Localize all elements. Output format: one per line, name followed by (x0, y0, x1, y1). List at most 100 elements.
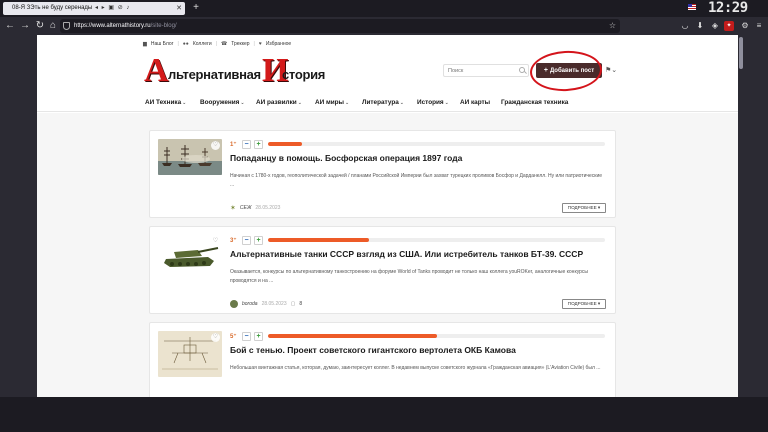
nav-item-ai-maps[interactable]: АИ карты (460, 99, 490, 106)
post-author[interactable]: СЕЖ (240, 205, 252, 211)
search-input[interactable] (448, 65, 512, 76)
browser-window: 08-Я ЗЭть не буду серенады ◂ ▸ ▣ ⊘ ♪ ✕ +… (0, 0, 768, 432)
post-excerpt: Оказывается, конкурсы по альтернативному… (230, 269, 589, 284)
main-navigation: АИ Техника⌄ Вооружения⌄ АИ развилки⌄ АИ … (37, 96, 738, 112)
post-rating: 3⁺ (230, 238, 237, 244)
comment-count[interactable]: 8 (299, 301, 302, 307)
author-avatar[interactable] (230, 300, 238, 308)
home-icon[interactable]: ⌂ (46, 19, 60, 33)
forward-icon[interactable]: → (18, 19, 32, 33)
site-logo[interactable]: А льтернативная И стория (144, 52, 325, 89)
download-icon[interactable]: ⬇ (695, 21, 705, 31)
nav-item-ai-forks[interactable]: АИ развилки⌄ (256, 99, 302, 106)
tab-bar: 08-Я ЗЭть не буду серенады ◂ ▸ ▣ ⊘ ♪ ✕ +… (0, 0, 768, 16)
post-card: ♡ 1⁺ − + Попаданцу в помощь. Босфорская … (149, 130, 616, 218)
post-title[interactable]: Бой с тенью. Проект советского гигантско… (230, 345, 516, 355)
post-title[interactable]: Попаданцу в помощь. Босфорская операция … (230, 153, 462, 163)
back-icon[interactable]: ← (3, 19, 17, 33)
rating-bar-fill (268, 238, 370, 242)
extension-icon[interactable]: ✦ (724, 21, 734, 31)
divider: | (215, 40, 217, 47)
page-viewport: ▆ Наш Блог | ●● Коллеги | ☎ Треккер | ♥ Избр… (0, 35, 768, 397)
nav-item-history[interactable]: История⌄ (417, 99, 449, 106)
nav-item-ai-worlds[interactable]: АИ миры⌄ (315, 99, 349, 106)
top-utility-nav: ▆ Наш Блог | ●● Коллеги | ☎ Треккер | ♥ Избр… (143, 39, 291, 48)
reload-icon[interactable]: ↻ (33, 19, 47, 33)
search-icon[interactable] (519, 67, 525, 73)
read-more-button[interactable]: ПОДРОБНЕЕ ▾ (562, 299, 606, 309)
heart-icon: ♥ (258, 40, 262, 47)
chevron-down-icon: ⌄ (444, 100, 449, 106)
nav-item-label: АИ миры (315, 99, 345, 106)
post-thumbnail[interactable]: ♡ (158, 331, 222, 377)
post-meta: boroda 28.05.2023 ▢ 8 (230, 299, 302, 309)
divider: | (253, 40, 255, 47)
read-more-button[interactable]: ПОДРОБНЕЕ ▾ (562, 203, 606, 213)
shield-icon[interactable] (63, 22, 70, 30)
rating-bar-fill (268, 334, 437, 338)
topnav-link-favorites[interactable]: Избранное (266, 41, 291, 47)
scrollbar[interactable] (738, 35, 744, 397)
chevron-down-icon: ⌄ (345, 100, 350, 106)
post-card: ♡ 5⁺ − + Бой с тенью. Проект советского … (149, 322, 616, 397)
active-tab[interactable]: 08-Я ЗЭть не буду серенады ◂ ▸ ▣ ⊘ ♪ ✕ (3, 2, 185, 15)
post-author[interactable]: boroda (242, 301, 258, 307)
extensions-puzzle-icon[interactable]: ⚙ (740, 21, 750, 31)
heart-icon[interactable]: ♡ (211, 333, 220, 342)
vote-down-button[interactable]: − (242, 236, 251, 245)
rating-bar (268, 238, 605, 242)
shield-extension-icon[interactable]: ◈ (710, 21, 720, 31)
nav-item-civil-tech[interactable]: Гражданская техника (501, 99, 568, 106)
new-tab-button[interactable]: + (190, 2, 202, 14)
book-icon: ▆ (143, 40, 147, 47)
people-icon: ●● (182, 40, 189, 47)
nav-item-weapons[interactable]: Вооружения⌄ (200, 99, 245, 106)
topnav-link-colleagues[interactable]: Коллеги (193, 41, 212, 47)
scrollbar-thumb[interactable] (739, 37, 743, 69)
topnav-link-blog[interactable]: Наш Блог (151, 41, 174, 47)
vote-up-button[interactable]: + (254, 332, 263, 341)
navigation-bar: ← → ↻ ⌂ https://www.alternathistory.ru/s… (0, 17, 768, 35)
nav-item-label: АИ Техника (145, 99, 182, 106)
phone-icon: ☎ (220, 40, 228, 47)
rating-value: 5 (230, 334, 234, 340)
post-title[interactable]: Альтернативные танки СССР взгляд из США.… (230, 249, 583, 259)
tab-media-controls[interactable]: ◂ ▸ ▣ ⊘ ♪ (95, 2, 130, 15)
nav-item-label: АИ карты (460, 99, 491, 106)
logo-letter-a: А (144, 52, 169, 89)
post-thumbnail[interactable]: ♡ (158, 139, 222, 175)
topnav-link-tracker[interactable]: Треккер (231, 41, 249, 47)
chevron-down-icon: ⌄ (297, 100, 302, 106)
url-path: /site-blog/ (150, 23, 177, 29)
menu-icon[interactable]: ≡ (754, 21, 764, 31)
nav-item-literature[interactable]: Литература⌄ (362, 99, 404, 106)
star-icon[interactable]: ☆ (609, 19, 616, 33)
author-avatar[interactable]: ✶ (230, 204, 236, 212)
rating-bar (268, 142, 605, 146)
search-box (443, 64, 529, 77)
url-host: https://www.alternathistory.ru (74, 23, 151, 29)
post-date: 28.05.2023 (255, 205, 281, 211)
vote-down-button[interactable]: − (242, 140, 251, 149)
vote-down-button[interactable]: − (242, 332, 251, 341)
bottom-black-bar (0, 397, 768, 432)
post-thumbnail[interactable]: ♡ (158, 235, 222, 271)
nav-item-label: Гражданская техника (501, 99, 569, 106)
nav-item-label: История (417, 99, 444, 106)
heart-icon[interactable]: ♡ (211, 237, 220, 246)
url-text[interactable]: https://www.alternathistory.ru/site-blog… (74, 19, 177, 33)
tab-close-icon[interactable]: ✕ (176, 2, 182, 15)
post-meta: ✶ СЕЖ 28.05.2023 (230, 203, 280, 213)
vote-up-button[interactable]: + (254, 236, 263, 245)
vote-up-button[interactable]: + (254, 140, 263, 149)
url-bar[interactable]: https://www.alternathistory.ru/site-blog… (60, 19, 620, 33)
clock-overlay: 12:29 (708, 0, 748, 16)
rating-value: 1 (230, 142, 234, 148)
divider: | (177, 40, 179, 47)
nav-item-label: АИ развилки (256, 99, 297, 106)
heart-icon[interactable]: ♡ (211, 141, 220, 150)
pocket-icon[interactable]: ◡ (680, 21, 690, 31)
nav-item-ai-tech[interactable]: АИ Техника⌄ (145, 99, 186, 106)
user-menu-icon[interactable]: ⚑⌄ (605, 66, 617, 74)
tab-title: 08-Я ЗЭть не буду серенады (12, 5, 93, 11)
